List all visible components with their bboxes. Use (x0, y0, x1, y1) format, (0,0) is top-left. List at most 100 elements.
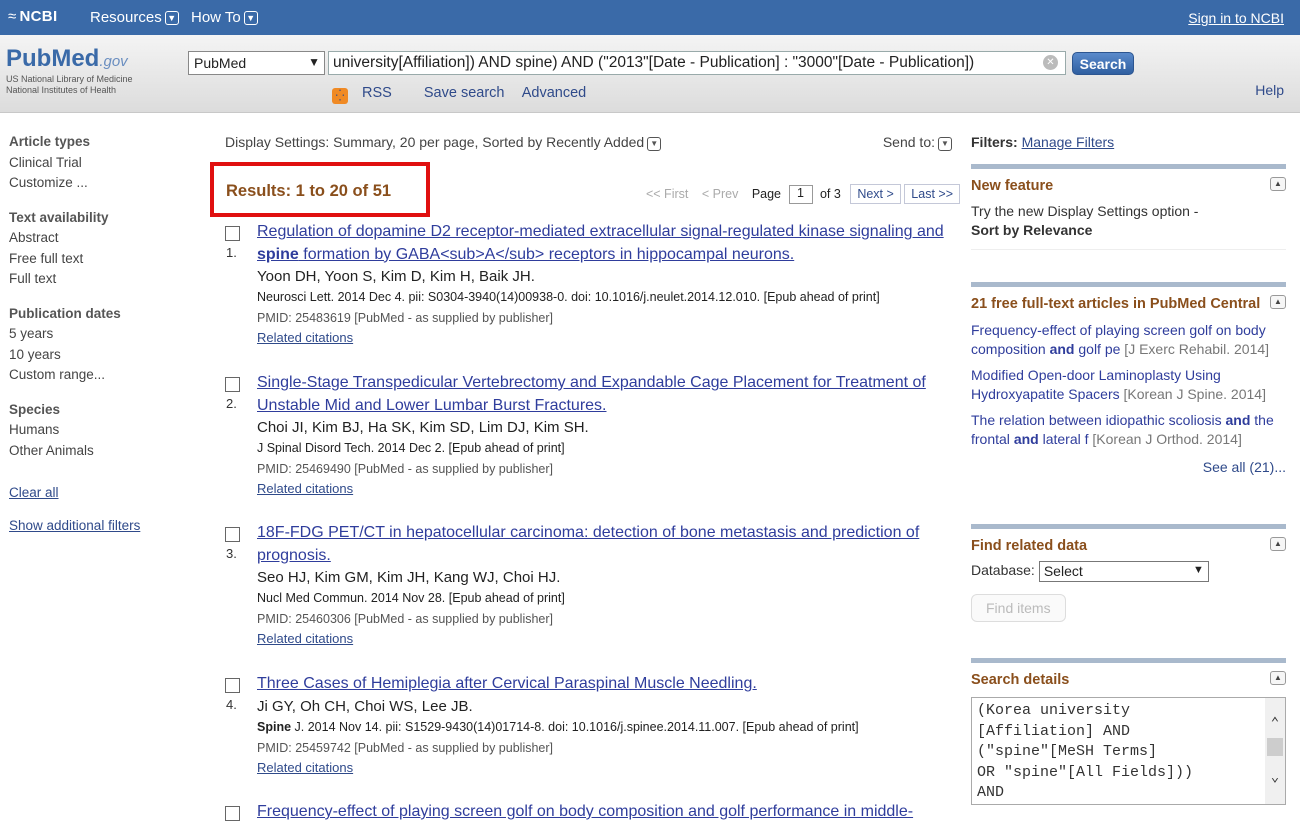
filter-custom-range[interactable]: Custom range... (9, 365, 179, 386)
find-items-button[interactable]: Find items (971, 594, 1066, 622)
filter-free-full-text[interactable]: Free full text (9, 249, 179, 270)
title-part: Three Cases of Hemiplegia after Cervical… (257, 675, 757, 692)
filters-label: Filters: (971, 134, 1018, 150)
result-title-link[interactable]: 18F-FDG PET/CT in hepatocellular carcino… (257, 522, 960, 567)
related-citations-link[interactable]: Related citations (257, 758, 960, 777)
result-checkbox[interactable] (225, 377, 240, 392)
collapse-icon[interactable]: ▲ (1270, 295, 1286, 309)
details-line: OR "spine"[All Fields])) (977, 763, 1194, 781)
article-types-heading: Article types (9, 134, 91, 149)
resources-menu[interactable]: Resources ▼ (90, 9, 179, 26)
sort-by-relevance-link[interactable]: Sort by Relevance (971, 221, 1286, 240)
filter-other-animals[interactable]: Other Animals (9, 441, 179, 462)
page-number-input[interactable]: 1 (788, 185, 813, 205)
display-settings-label: Display Settings: Summary, 20 per page, … (225, 134, 645, 150)
filters-row: Filters: Manage Filters (971, 134, 1286, 150)
pmc-article-link[interactable]: Modified Open-door Laminoplasty Using Hy… (971, 366, 1286, 404)
chevron-down-icon: ▼ (938, 137, 952, 151)
details-line: [Affiliation] AND (977, 722, 1131, 740)
clear-all-link[interactable]: Clear all (9, 483, 179, 504)
pubmed-logo[interactable]: PubMed.gov US National Library of Medici… (6, 45, 133, 95)
related-citations-link[interactable]: Related citations (257, 479, 960, 498)
related-data-title: Find related data (971, 538, 1088, 554)
pmc-article-title: lateral f (1038, 431, 1089, 447)
result-checkbox[interactable] (225, 678, 240, 693)
search-details-textarea[interactable]: (Korea university [Affiliation] AND ("sp… (971, 697, 1286, 805)
related-citations-link[interactable]: Related citations (257, 629, 960, 648)
filter-full-text[interactable]: Full text (9, 269, 179, 290)
ncbi-logo[interactable]: ≈ NCBI (8, 8, 57, 25)
result-item: Frequency-effect of playing screen golf … (225, 801, 960, 824)
rss-link[interactable]: ⁛ RSS (332, 85, 406, 104)
clear-search-icon[interactable]: ✕ (1043, 55, 1058, 70)
see-all-link[interactable]: See all (21)... (971, 459, 1286, 475)
result-title-link[interactable]: Regulation of dopamine D2 receptor-media… (257, 221, 960, 266)
database-select[interactable]: PubMed ▼ (188, 51, 325, 75)
filter-customize[interactable]: Customize ... (9, 173, 179, 194)
details-scrollbar[interactable]: ⌃ ⌄ (1265, 698, 1285, 804)
display-settings[interactable]: Display Settings: Summary, 20 per page, … (225, 134, 662, 151)
title-part: formation by GABA<sub>A</sub> receptors … (298, 245, 795, 263)
result-checkbox[interactable] (225, 226, 240, 241)
pmc-article-highlight: and (1013, 431, 1039, 447)
pmc-article-highlight: and (1225, 412, 1251, 428)
title-part: Single-Stage Transpedicular Vertebrectom… (257, 374, 926, 414)
manage-filters-link[interactable]: Manage Filters (1022, 134, 1115, 150)
pmc-article-title: The relation between idiopathic scoliosi… (971, 412, 1226, 428)
filter-humans[interactable]: Humans (9, 420, 179, 441)
collapse-icon[interactable]: ▲ (1270, 671, 1286, 685)
pmc-article-link[interactable]: Frequency-effect of playing screen golf … (971, 321, 1286, 359)
filter-abstract[interactable]: Abstract (9, 228, 179, 249)
filter-clinical-trial[interactable]: Clinical Trial (9, 153, 179, 174)
collapse-icon[interactable]: ▲ (1270, 177, 1286, 191)
result-pmid: PMID: 25483619 [PubMed - as supplied by … (257, 311, 554, 325)
chevron-down-icon: ▼ (164, 11, 179, 25)
first-page-button[interactable]: << First (646, 187, 688, 201)
result-journal: Spine J. 2014 Nov 14. pii: S1529-9430(14… (257, 717, 960, 738)
journal-highlight: Spine (257, 719, 292, 734)
journal-text: J. 2014 Nov 14. pii: S1529-9430(14)01714… (291, 719, 859, 734)
result-journal: J Spinal Disord Tech. 2014 Dec 2. [Epub … (257, 438, 960, 459)
advanced-link[interactable]: Advanced (522, 85, 587, 101)
result-authors: Seo HJ, Kim GM, Kim JH, Kang WJ, Choi HJ… (257, 569, 561, 586)
prev-page-button[interactable]: < Prev (702, 187, 738, 201)
howto-menu[interactable]: How To ▼ (191, 9, 258, 26)
result-checkbox[interactable] (225, 806, 240, 821)
next-page-button[interactable]: Next > (850, 184, 901, 204)
filter-5-years[interactable]: 5 years (9, 324, 179, 345)
related-database-select[interactable]: Select ▼ (1038, 561, 1209, 582)
result-title-link[interactable]: Frequency-effect of playing screen golf … (257, 801, 960, 824)
collapse-icon[interactable]: ▲ (1270, 537, 1286, 551)
show-additional-filters-link[interactable]: Show additional filters (9, 516, 179, 537)
scroll-up-icon[interactable]: ⌃ (1265, 714, 1285, 735)
result-title-link[interactable]: Three Cases of Hemiplegia after Cervical… (257, 673, 960, 696)
search-button[interactable]: Search (1072, 52, 1134, 75)
search-header: PubMed.gov US National Library of Medici… (0, 35, 1300, 113)
pmc-article-link[interactable]: The relation between idiopathic scoliosi… (971, 411, 1286, 449)
sign-in-link[interactable]: Sign in to NCBI (1188, 10, 1284, 26)
result-pmid: PMID: 25460306 [PubMed - as supplied by … (257, 612, 554, 626)
save-search-link[interactable]: Save search (424, 85, 505, 101)
search-sublinks: ⁛ RSS Save search Advanced (332, 85, 600, 104)
title-highlight: spine (257, 245, 299, 263)
result-title-link[interactable]: Single-Stage Transpedicular Vertebrectom… (257, 372, 960, 417)
search-details-portlet: Search details ▲ (Korea university [Affi… (971, 658, 1286, 805)
related-citations-link[interactable]: Related citations (257, 328, 960, 347)
filter-10-years[interactable]: 10 years (9, 345, 179, 366)
related-database-value: Select (1043, 563, 1083, 579)
related-data-portlet: Find related data ▲ Database: Select ▼ Fin… (971, 524, 1286, 622)
chevron-down-icon: ▼ (647, 137, 662, 151)
result-checkbox[interactable] (225, 527, 240, 542)
result-journal: Nucl Med Commun. 2014 Nov 28. [Epub ahea… (257, 588, 960, 609)
pmc-article-title: golf pe (1074, 341, 1121, 357)
search-details-title: Search details (971, 672, 1070, 688)
scroll-down-icon[interactable]: ⌄ (1265, 768, 1285, 789)
send-to-menu[interactable]: Send to: ▼ (883, 134, 952, 151)
chevron-down-icon: ▼ (243, 11, 258, 25)
title-part: 18F-FDG PET/CT in hepatocellular carcino… (257, 524, 920, 564)
chevron-down-icon: ▼ (308, 55, 320, 69)
help-link[interactable]: Help (1255, 82, 1284, 98)
last-page-button[interactable]: Last >> (904, 184, 960, 204)
search-input[interactable]: university[Affiliation]) AND spine) AND … (328, 51, 1066, 75)
scroll-thumb[interactable] (1267, 738, 1283, 756)
